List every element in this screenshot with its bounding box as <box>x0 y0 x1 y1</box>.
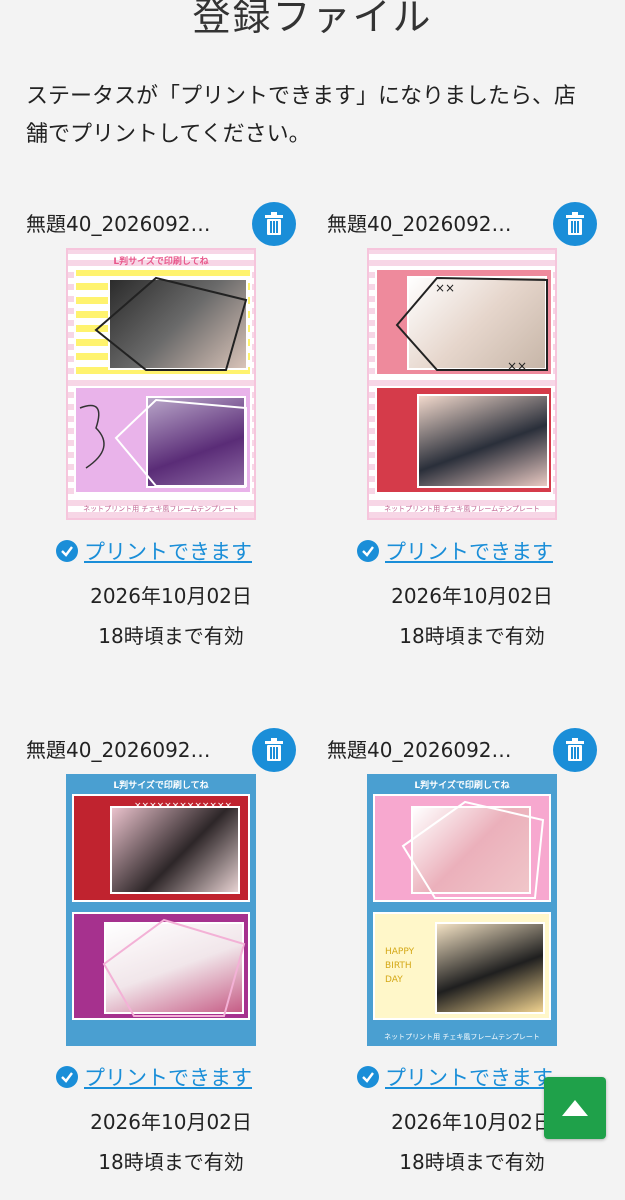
template-footer: ネットプリント用 チェキ風フレームテンプレート <box>384 505 540 513</box>
photo-panel-top <box>74 268 252 376</box>
expiry-date: 2026年10月02日 <box>90 584 252 608</box>
file-name: 無題40_2026092… <box>26 738 211 762</box>
heart-frame <box>79 398 247 487</box>
heart-frame: ×× ×× <box>395 276 548 373</box>
photo-panel-bottom <box>74 386 252 494</box>
check-circle-icon <box>357 540 379 562</box>
heart-frame <box>94 276 248 371</box>
check-circle-icon <box>56 540 78 562</box>
photo-panel-top <box>373 794 551 902</box>
template-footer: ネットプリント用 チェキ風フレームテンプレート <box>83 505 239 513</box>
file-name: 無題40_2026092… <box>327 212 512 236</box>
file-name: 無題40_2026092… <box>26 212 211 236</box>
svg-text:BIRTH: BIRTH <box>385 961 412 971</box>
check-circle-icon <box>56 1066 78 1088</box>
delete-button[interactable] <box>553 728 597 772</box>
status-link[interactable]: プリントできます <box>385 1062 553 1092</box>
photo-panel-bottom: HAPPY BIRTH DAY <box>373 912 551 1020</box>
template-header: L判サイズで印刷してね <box>414 781 510 791</box>
svg-text:××: ×× <box>435 281 455 295</box>
trash-icon <box>265 212 283 235</box>
template-footer: ネットプリント用 チェキ風フレームテンプレート <box>384 1033 540 1041</box>
file-thumbnail[interactable]: L判サイズで印刷してね ネットプリント用 チェキ風フレームテンプレート <box>66 248 256 520</box>
photo-panel-top: ××××××××××××× <box>72 794 250 902</box>
file-thumbnail[interactable]: ×× ×× ネットプリント用 チェキ風フレームテンプレート <box>367 248 557 520</box>
status-link[interactable]: プリントできます <box>385 536 553 566</box>
scroll-to-top-button[interactable] <box>544 1077 606 1139</box>
file-card: 無題40_2026092… ×× ×× ネットプリント用 チェキ風フレームテンプ… <box>327 202 607 648</box>
intro-text: ステータスが「プリントできます」になりましたら、店舗でプリントしてください。 <box>26 84 577 147</box>
expiry-date: 2026年10月02日 <box>90 1110 252 1134</box>
status-link[interactable]: プリントできます <box>84 1062 252 1092</box>
trash-icon <box>566 738 584 761</box>
svg-text:DAY: DAY <box>385 975 403 985</box>
delete-button[interactable] <box>553 202 597 246</box>
svg-text:×××××××××××××: ××××××××××××× <box>134 801 232 811</box>
photo-panel-top: ×× ×× <box>375 268 553 376</box>
file-card: 無題40_2026092… L判サイズで印刷してね ネットプリント用 チェキ風フ… <box>26 202 306 648</box>
trash-icon <box>265 738 283 761</box>
file-card: 無題40_2026092… L判サイズで印刷してね ××××××××××××× <box>26 728 306 1174</box>
heart-frame: ××××××××××××× <box>134 801 232 811</box>
file-thumbnail[interactable]: L判サイズで印刷してね HAPPY BIRTH DAY ネットプリント用 チェキ… <box>367 774 557 1046</box>
check-circle-icon <box>357 1066 379 1088</box>
photo-panel-bottom <box>375 386 553 494</box>
svg-text:HAPPY: HAPPY <box>385 947 415 957</box>
status-row: プリントできます <box>56 536 296 566</box>
trash-icon <box>566 212 584 235</box>
status-row: プリントできます <box>56 1062 296 1092</box>
file-thumbnail[interactable]: L判サイズで印刷してね ××××××××××××× <box>66 774 256 1046</box>
heart-frame: HAPPY BIRTH DAY <box>385 947 415 985</box>
status-row: プリントできます <box>357 536 597 566</box>
svg-text:××: ×× <box>507 359 527 373</box>
expiry-date: 2026年10月02日 <box>391 584 553 608</box>
delete-button[interactable] <box>252 202 296 246</box>
expiry-time: 18時頃まで有効 <box>399 624 545 648</box>
arrow-up-icon <box>562 1100 588 1116</box>
expiry-time: 18時頃まで有効 <box>98 1150 244 1174</box>
heart-frame <box>401 800 545 899</box>
template-header: L判サイズで印刷してね <box>113 781 209 791</box>
heart-frame <box>102 918 246 1017</box>
delete-button[interactable] <box>252 728 296 772</box>
expiry-time: 18時頃まで有効 <box>399 1150 545 1174</box>
file-name: 無題40_2026092… <box>327 738 512 762</box>
photo-panel-bottom <box>72 912 250 1020</box>
photo-image <box>417 394 549 488</box>
template-header: L判サイズで印刷してね <box>113 257 209 267</box>
page-title: 登録ファイル <box>192 0 433 39</box>
status-link[interactable]: プリントできます <box>84 536 252 566</box>
expiry-time: 18時頃まで有効 <box>98 624 244 648</box>
